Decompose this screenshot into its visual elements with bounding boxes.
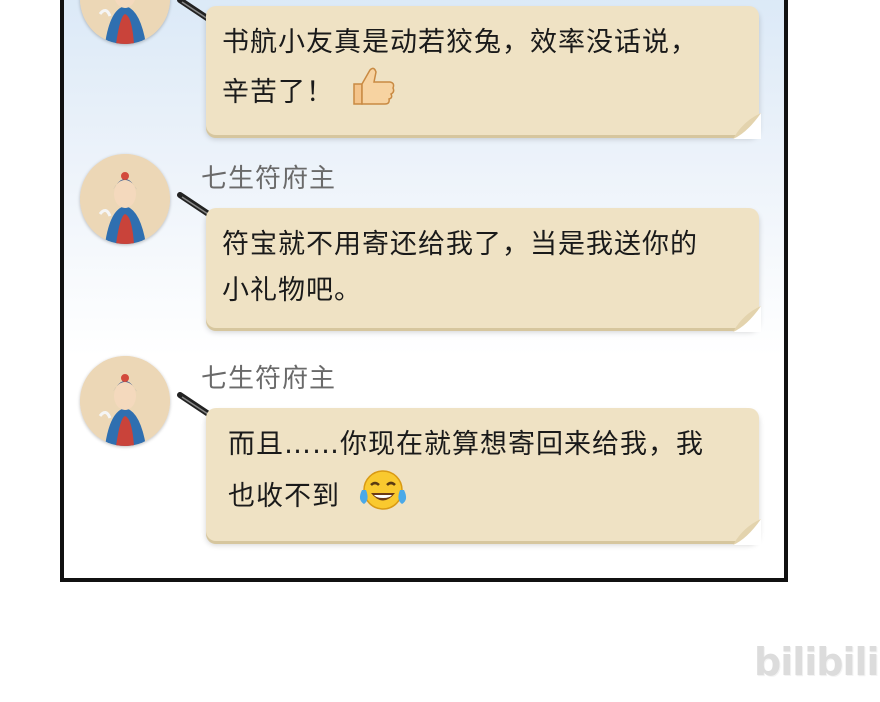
message-bubble: 符宝就不用寄还给我了，当是我送你的 小礼物吧。 [206, 208, 761, 332]
watermark-text: bilibili [754, 640, 880, 684]
message-bubble: 书航小友真是动若狡兔，效率没话说， 辛苦了！ [206, 6, 761, 139]
message-text: 而且……你现在就算想寄回来给我，我 也收不到 [228, 422, 741, 527]
message-line: 符宝就不用寄还给我了，当是我送你的 [222, 229, 698, 260]
thumbs-up-emoji-icon [350, 66, 396, 121]
avatar [80, 0, 170, 44]
avatar [80, 356, 170, 446]
page-curl-icon [733, 113, 761, 139]
message-text: 书航小友真是动若狡兔，效率没话说， 辛苦了！ [222, 20, 741, 121]
comic-panel: 书航小友真是动若狡兔，效率没话说， 辛苦了！ 七生符府主 符宝就不用寄还给我了，… [60, 0, 788, 582]
sect-master-portrait-icon [80, 0, 170, 44]
message-line: 辛苦了！ [222, 77, 334, 108]
page-curl-icon [733, 519, 761, 545]
message-bubble: 而且……你现在就算想寄回来给我，我 也收不到 [206, 408, 761, 545]
message-line: 小礼物吧。 [222, 275, 362, 306]
message-text: 符宝就不用寄还给我了，当是我送你的 小礼物吧。 [222, 222, 741, 314]
tears-of-joy-emoji-icon [356, 468, 410, 527]
avatar [80, 154, 170, 244]
message-line: 书航小友真是动若狡兔，效率没话说， [222, 27, 698, 58]
message-line: 也收不到 [228, 481, 340, 512]
page-curl-icon [733, 306, 761, 332]
bilibili-watermark-logo: bilibili [754, 640, 880, 690]
message-line: 而且……你现在就算想寄回来给我，我 [228, 429, 704, 460]
sect-master-portrait-icon [80, 154, 170, 244]
sect-master-portrait-icon [80, 356, 170, 446]
